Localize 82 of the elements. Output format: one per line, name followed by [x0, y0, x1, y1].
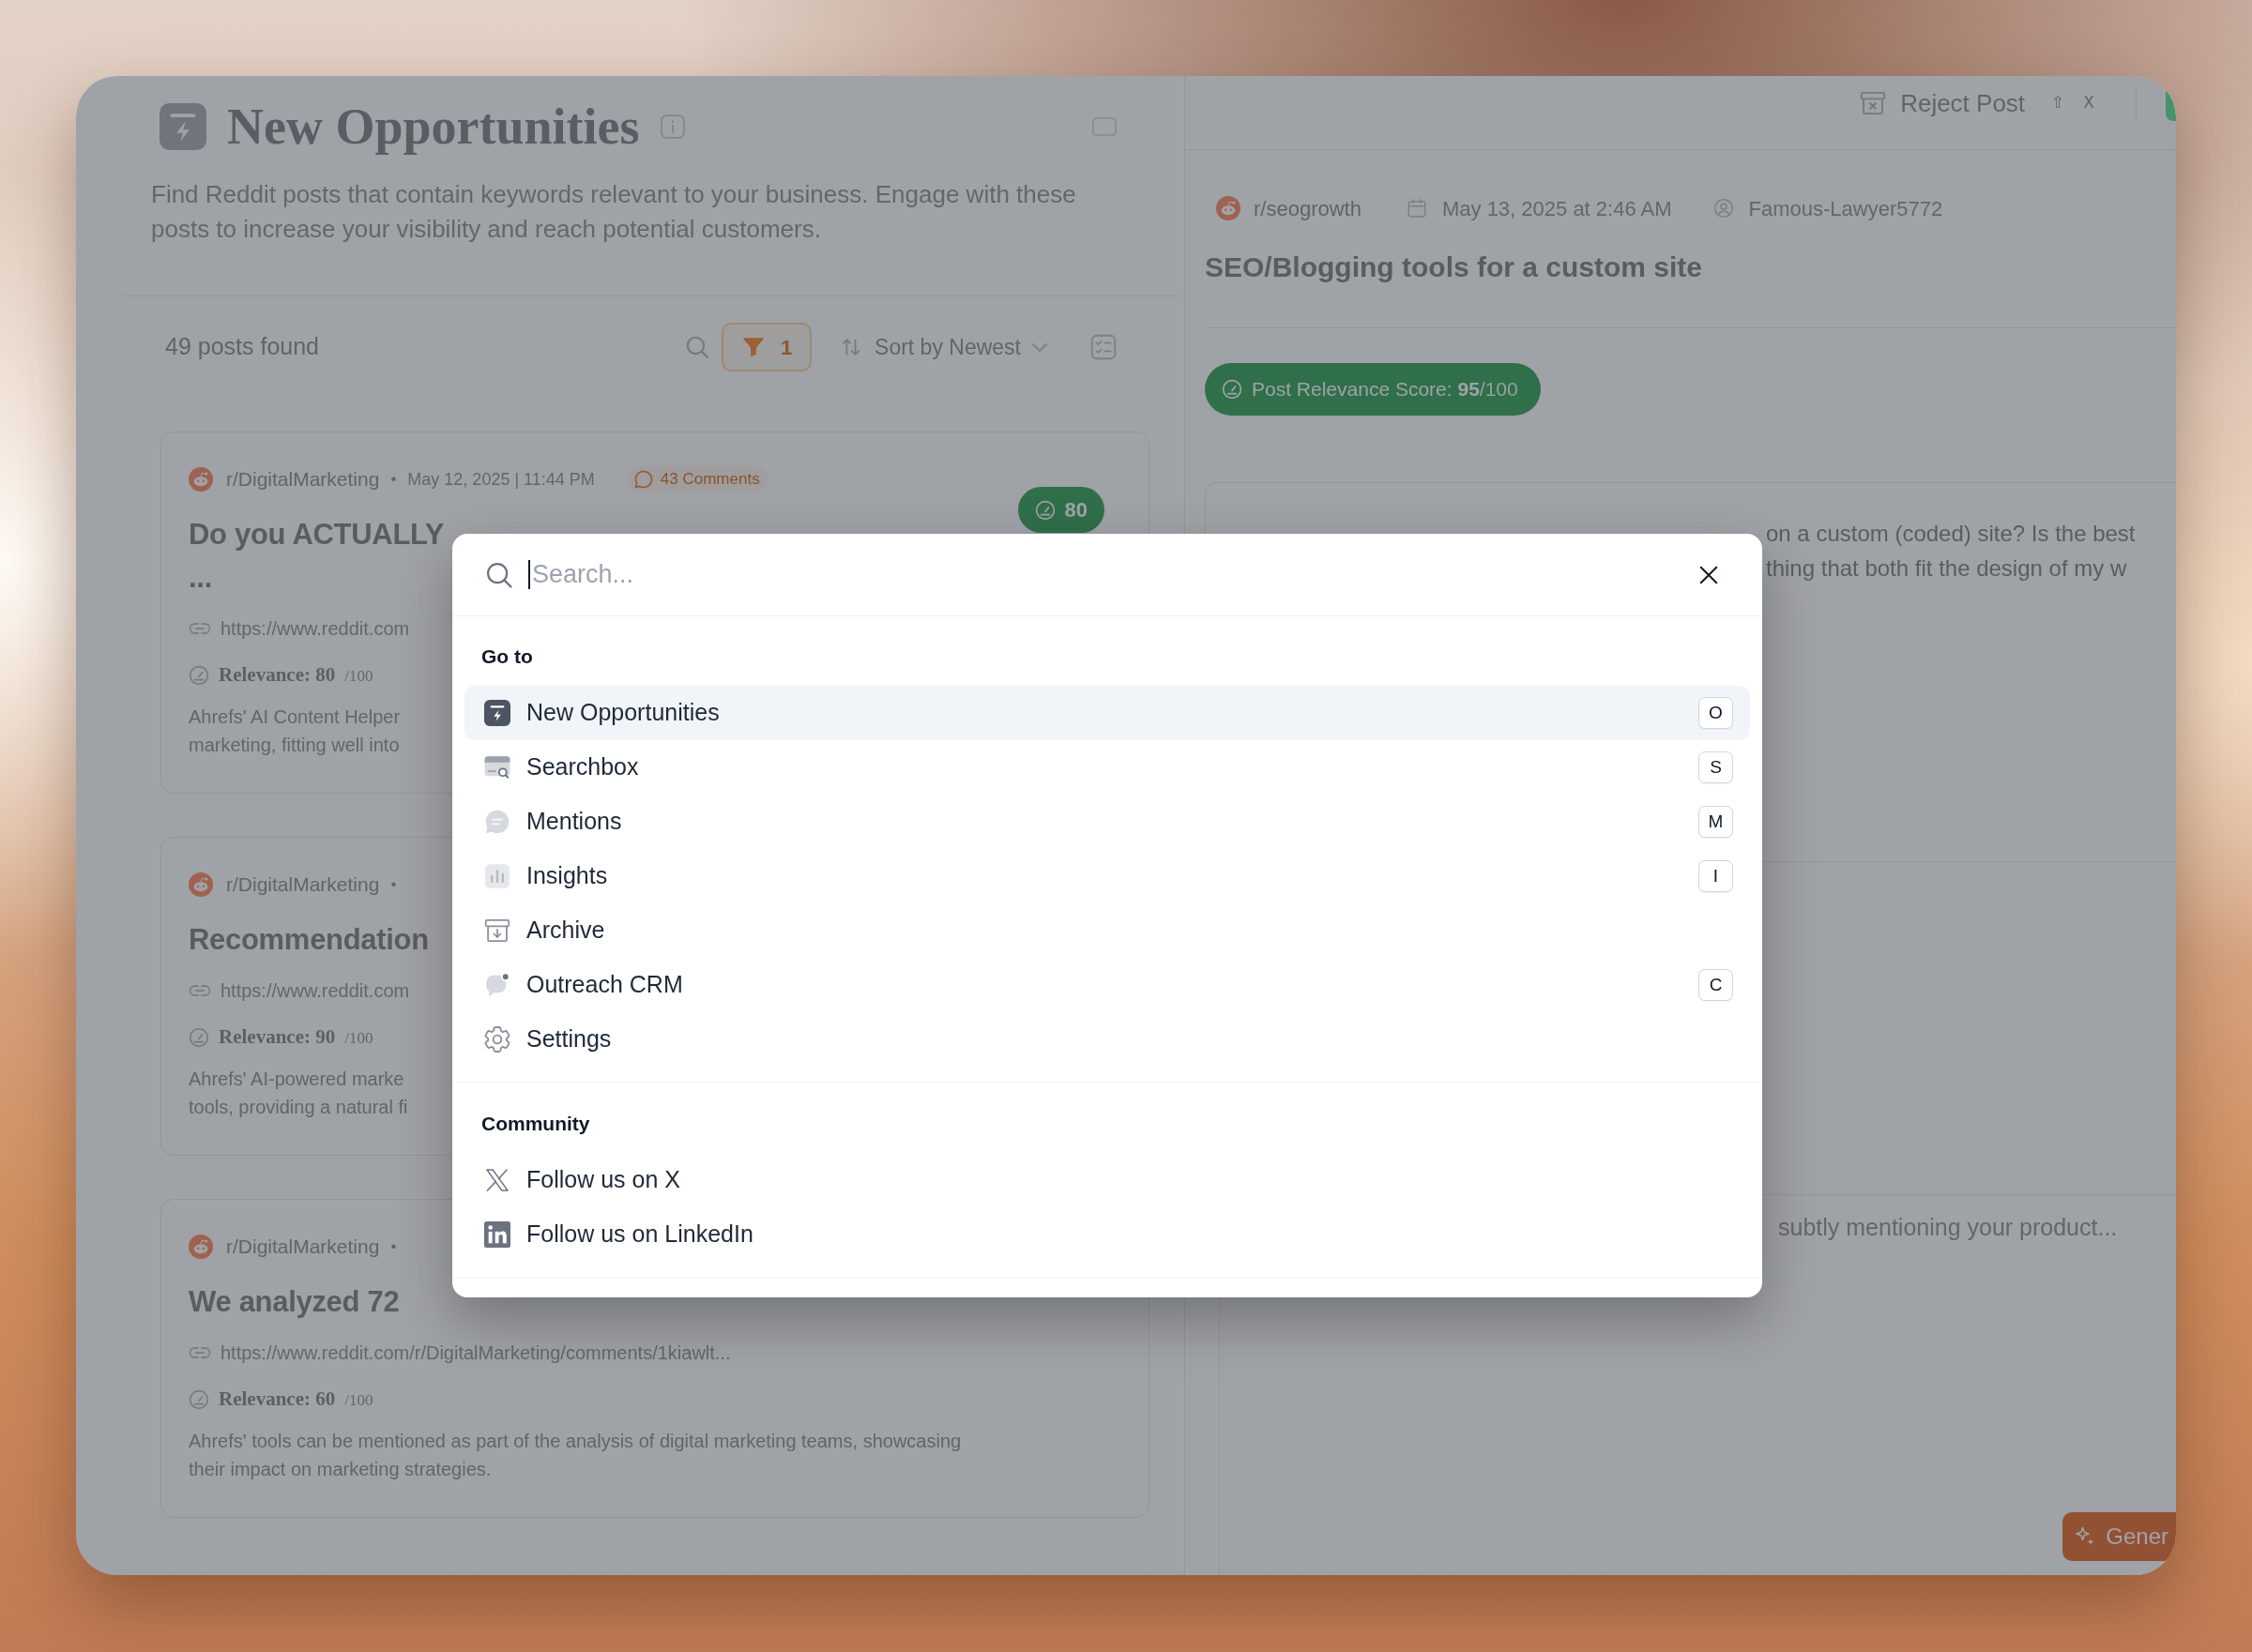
- browser-search-icon: [484, 754, 510, 781]
- reddit-icon: [189, 1235, 213, 1259]
- checklist-icon[interactable]: [1090, 334, 1117, 360]
- info-icon[interactable]: [660, 114, 685, 139]
- post-title: We analyzed 72: [189, 1284, 400, 1320]
- post-author: Famous-Lawyer5772: [1748, 195, 1943, 222]
- menu-item[interactable]: Follow us on X: [464, 1153, 1750, 1207]
- reddit-icon: [189, 467, 213, 492]
- search-field[interactable]: Search...: [532, 555, 1697, 594]
- lightning-icon: [484, 700, 510, 726]
- menu-item[interactable]: Settings: [464, 1012, 1750, 1067]
- relevance-score-text: Post Relevance Score: 95/100: [1252, 377, 1518, 402]
- shortcut-key: ⇧: [2051, 91, 2065, 115]
- menu-item[interactable]: Outreach CRM C: [464, 958, 1750, 1012]
- close-icon: [1698, 564, 1719, 585]
- chat-bubble-icon: [484, 809, 510, 835]
- menu-item[interactable]: Insights I: [464, 849, 1750, 903]
- section-label: Go to: [480, 644, 534, 669]
- post-title: Do you ACTUALLY ...: [189, 517, 445, 596]
- reddit-icon: [189, 872, 213, 897]
- search-icon: [485, 560, 513, 589]
- link-icon: [189, 984, 211, 997]
- user-icon: [1712, 198, 1734, 219]
- menu-item[interactable]: Archive: [464, 903, 1750, 958]
- post-summary: Ahrefs' AI-powered marke tools, providing a natural fi: [189, 1068, 408, 1119]
- linkedin-logo-icon: [484, 1221, 510, 1248]
- lightning-icon: [160, 103, 206, 150]
- gauge-icon: [1034, 499, 1056, 521]
- subreddit-name: r/DigitalMarketing: [226, 1235, 380, 1260]
- section-label: Community: [480, 1112, 591, 1136]
- score-value: 80: [1064, 497, 1088, 523]
- relevance-label: Relevance: 60 /100: [219, 1387, 373, 1413]
- shortcut-key: O: [1698, 697, 1733, 729]
- x-logo-icon: [484, 1167, 510, 1193]
- comment-icon: [633, 470, 653, 489]
- relevance-label: Relevance: 90 /100: [219, 1024, 373, 1051]
- search-icon[interactable]: [685, 335, 710, 359]
- post-title: SEO/Blogging tools for a custom site: [1205, 250, 1704, 284]
- relevance-label: Relevance: 80 /100: [219, 662, 373, 689]
- text-cursor-icon: [528, 560, 530, 589]
- gauge-icon: [189, 1027, 209, 1048]
- settings-icon: [484, 1026, 510, 1053]
- subreddit-name: r/DigitalMarketing: [226, 467, 380, 493]
- results-count: 49 posts found: [165, 332, 319, 362]
- gauge-icon: [189, 665, 209, 686]
- post-date: May 13, 2025 at 2:46 AM: [1441, 195, 1672, 222]
- separator-dot: •: [390, 1236, 397, 1258]
- shortcut-key: I: [1698, 860, 1733, 892]
- page-title: New Opportunities: [227, 99, 640, 155]
- shortcut-key: C: [1698, 969, 1733, 1001]
- bar-chart-icon: [484, 863, 510, 889]
- post-summary: Ahrefs' AI Content Helper marketing, fitting well into: [189, 705, 401, 757]
- shortcut-key: X: [2083, 91, 2094, 115]
- archive-x-icon: [1859, 90, 1888, 116]
- comment-count: 43 Comments: [660, 469, 760, 491]
- funnel-icon: [740, 335, 766, 359]
- post-date: May 12, 2025 | 11:44 PM: [407, 468, 595, 491]
- menu-item[interactable]: New Opportunities O: [464, 686, 1750, 740]
- reddit-icon: [1216, 196, 1240, 220]
- post-summary: Ahrefs' tools can be mentioned as part of the analysis of digital marketing teams, showcasing their impact on marketing strategies.: [189, 1430, 963, 1481]
- panel-icon[interactable]: [1092, 117, 1117, 136]
- gauge-icon: [1222, 379, 1242, 400]
- post-title: Recommendation: [189, 922, 429, 958]
- post-body-text: on a custom (coded) site? Is the best thing that both fit the design of my w: [1766, 520, 2137, 583]
- sort-arrows-icon: [841, 337, 862, 357]
- separator-dot: •: [390, 469, 397, 491]
- link-icon: [189, 1346, 211, 1359]
- calendar-icon: [1406, 198, 1427, 219]
- subreddit-name: r/DigitalMarketing: [226, 872, 380, 898]
- menu-item[interactable]: Searchbox S: [464, 740, 1750, 795]
- subreddit-name: r/seogrowth: [1254, 195, 1362, 222]
- menu-item[interactable]: Follow us on LinkedIn: [464, 1207, 1750, 1262]
- chat-notification-icon: [484, 972, 510, 998]
- page-description: Find Reddit posts that contain keywords relevant to your business. Engage with these posts to increase your visibility and reach potential customers.: [151, 179, 1077, 245]
- gauge-icon: [189, 1389, 209, 1410]
- separator-dot: •: [390, 874, 397, 896]
- shortcut-key: M: [1698, 806, 1733, 838]
- menu-item[interactable]: Mentions M: [464, 795, 1750, 849]
- archive-box-icon: [484, 917, 510, 944]
- link-icon: [189, 622, 211, 635]
- shortcut-key: S: [1698, 751, 1733, 783]
- chevron-down-icon: [1032, 342, 1047, 352]
